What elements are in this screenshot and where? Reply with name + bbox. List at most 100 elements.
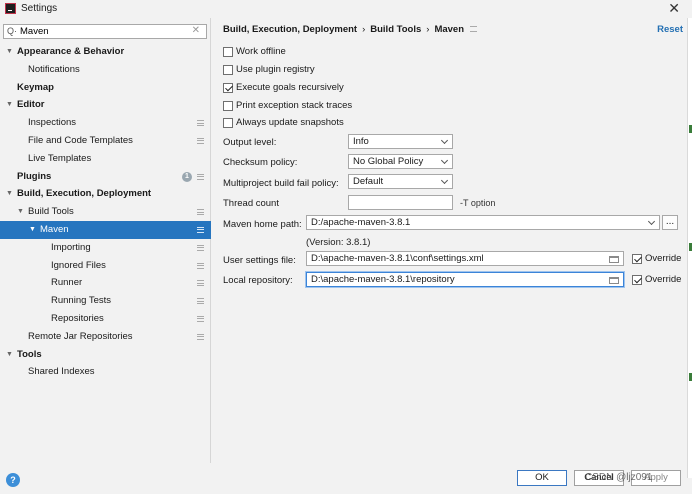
search-box[interactable]: Q· ✕ bbox=[3, 24, 207, 39]
config-icon bbox=[197, 244, 204, 251]
chevron-down-icon bbox=[647, 217, 656, 226]
maven-settings-panel: Build, Execution, Deployment › Build Tools… bbox=[211, 18, 685, 463]
tree-item-label: Ignored Files bbox=[51, 259, 106, 271]
thread-count-hint: -T option bbox=[460, 198, 496, 208]
breadcrumb-item: Build, Execution, Deployment bbox=[223, 24, 358, 35]
tree-item-label: Build, Execution, Deployment bbox=[17, 188, 152, 200]
tree-item-importing[interactable]: Importing bbox=[0, 239, 211, 257]
local-repository-value: D:\apache-maven-3.8.1\repository bbox=[311, 274, 455, 285]
local-repository-field[interactable]: D:\apache-maven-3.8.1\repository bbox=[306, 272, 624, 287]
update-badge: 1 bbox=[182, 171, 192, 182]
help-icon[interactable]: ? bbox=[6, 473, 20, 487]
title-bar: Settings ✕ bbox=[0, 0, 692, 18]
tree-item-remote-jar-repositories[interactable]: Remote Jar Repositories bbox=[0, 328, 211, 346]
tree-item-build-execution-deployment[interactable]: ▼ Build, Execution, Deployment bbox=[0, 185, 211, 203]
chevron-down-icon bbox=[440, 176, 449, 185]
settings-tree: ▼ Appearance & Behavior Notifications Ke… bbox=[0, 43, 211, 381]
maven-home-combo[interactable]: D:/apache-maven-3.8.1 bbox=[306, 215, 660, 230]
checkbox-box[interactable] bbox=[223, 65, 233, 75]
checkbox-box[interactable] bbox=[223, 118, 233, 128]
multiproject-fail-policy-select[interactable]: Default bbox=[348, 174, 453, 189]
chevron-down-icon bbox=[440, 156, 449, 165]
select-value: No Global Policy bbox=[353, 156, 424, 167]
folder-icon[interactable] bbox=[609, 277, 619, 284]
checkbox-label: Execute goals recursively bbox=[236, 82, 344, 93]
checkbox-label: Override bbox=[645, 253, 682, 264]
user-settings-field[interactable]: D:\apache-maven-3.8.1\conf\settings.xml bbox=[306, 251, 624, 266]
config-icon bbox=[470, 26, 478, 33]
config-icon bbox=[197, 262, 204, 269]
checkbox-label: Override bbox=[645, 274, 682, 285]
tree-item-label: Remote Jar Repositories bbox=[28, 330, 133, 342]
tree-item-label: Appearance & Behavior bbox=[17, 46, 125, 57]
config-icon bbox=[197, 315, 204, 322]
tree-item-label: Inspections bbox=[28, 117, 77, 129]
local-repository-label: Local repository: bbox=[223, 275, 293, 286]
tree-item-shared-indexes[interactable]: Shared Indexes bbox=[0, 363, 211, 381]
tree-item-maven[interactable]: ▼ Maven bbox=[0, 220, 211, 239]
checkbox-label: Print exception stack traces bbox=[236, 100, 353, 111]
tree-item-label: Shared Indexes bbox=[28, 366, 95, 378]
tree-item-plugins[interactable]: Plugins 1 bbox=[0, 168, 211, 186]
tree-item-tools[interactable]: ▼ Tools bbox=[0, 346, 211, 364]
tree-item-notifications[interactable]: Notifications bbox=[0, 61, 211, 79]
tree-item-label: Maven bbox=[40, 223, 69, 235]
tree-item-label: Build Tools bbox=[28, 206, 74, 218]
maven-home-label: Maven home path: bbox=[223, 219, 302, 230]
thread-count-input[interactable] bbox=[348, 195, 453, 210]
expand-arrow-icon[interactable]: ▼ bbox=[6, 346, 13, 364]
tree-item-appearance-behavior[interactable]: ▼ Appearance & Behavior bbox=[0, 43, 211, 61]
checkbox-box[interactable] bbox=[632, 275, 642, 285]
clear-icon[interactable]: ✕ bbox=[192, 25, 200, 36]
breadcrumb: Build, Execution, Deployment › Build Tools… bbox=[223, 24, 478, 35]
tree-item-repositories[interactable]: Repositories bbox=[0, 310, 211, 328]
window-title: Settings bbox=[21, 3, 58, 14]
ok-button[interactable]: OK bbox=[517, 470, 567, 486]
output-level-select[interactable]: Info bbox=[348, 134, 453, 149]
folder-icon[interactable] bbox=[609, 256, 619, 263]
checkbox-box[interactable] bbox=[223, 101, 233, 111]
config-icon bbox=[197, 280, 204, 287]
config-icon bbox=[197, 173, 204, 180]
tree-item-label: Editor bbox=[17, 99, 45, 111]
tree-item-ignored-files[interactable]: Ignored Files bbox=[0, 257, 211, 275]
tree-item-file-code-templates[interactable]: File and Code Templates bbox=[0, 132, 211, 150]
tree-item-label: Tools bbox=[17, 348, 42, 360]
tree-item-live-templates[interactable]: Live Templates bbox=[0, 150, 211, 168]
checkbox-box[interactable] bbox=[632, 254, 642, 264]
expand-arrow-icon[interactable]: ▼ bbox=[6, 43, 13, 61]
search-input[interactable] bbox=[20, 25, 190, 38]
search-icon: Q· bbox=[7, 26, 17, 36]
checksum-policy-label: Checksum policy: bbox=[223, 157, 298, 168]
settings-sidebar: Q· ✕ ▼ Appearance & Behavior Notificatio… bbox=[0, 18, 211, 463]
tree-item-running-tests[interactable]: Running Tests bbox=[0, 292, 211, 310]
watermark: CSDN @ljz091 bbox=[585, 472, 653, 483]
maven-version: (Version: 3.8.1) bbox=[306, 237, 371, 248]
checkbox-label: Use plugin registry bbox=[236, 64, 315, 75]
browse-button[interactable]: ... bbox=[662, 215, 678, 230]
config-icon bbox=[197, 137, 204, 144]
checkbox-box[interactable] bbox=[223, 83, 233, 93]
breadcrumb-separator: › bbox=[362, 24, 366, 35]
expand-arrow-icon[interactable]: ▼ bbox=[6, 96, 13, 114]
breadcrumb-item: Maven bbox=[434, 24, 465, 35]
reset-link[interactable]: Reset bbox=[657, 24, 683, 35]
config-icon bbox=[197, 209, 204, 216]
select-value: Default bbox=[353, 176, 384, 187]
tree-item-inspections[interactable]: Inspections bbox=[0, 114, 211, 132]
tree-item-label: Importing bbox=[51, 241, 91, 253]
close-icon[interactable]: ✕ bbox=[668, 0, 680, 17]
tree-item-editor[interactable]: ▼ Editor bbox=[0, 96, 211, 114]
user-settings-label: User settings file: bbox=[223, 255, 296, 266]
expand-arrow-icon[interactable]: ▼ bbox=[6, 185, 13, 203]
tree-item-runner[interactable]: Runner bbox=[0, 274, 211, 292]
expand-arrow-icon[interactable]: ▼ bbox=[17, 203, 24, 221]
multiproject-fail-policy-label: Multiproject build fail policy: bbox=[223, 178, 339, 189]
checkbox-box[interactable] bbox=[223, 47, 233, 57]
tree-item-build-tools[interactable]: ▼ Build Tools bbox=[0, 203, 211, 221]
checksum-policy-select[interactable]: No Global Policy bbox=[348, 154, 453, 169]
expand-arrow-icon[interactable]: ▼ bbox=[29, 221, 36, 239]
output-level-label: Output level: bbox=[223, 137, 277, 148]
tree-item-label: Running Tests bbox=[51, 295, 112, 307]
tree-item-keymap[interactable]: Keymap bbox=[0, 79, 211, 97]
